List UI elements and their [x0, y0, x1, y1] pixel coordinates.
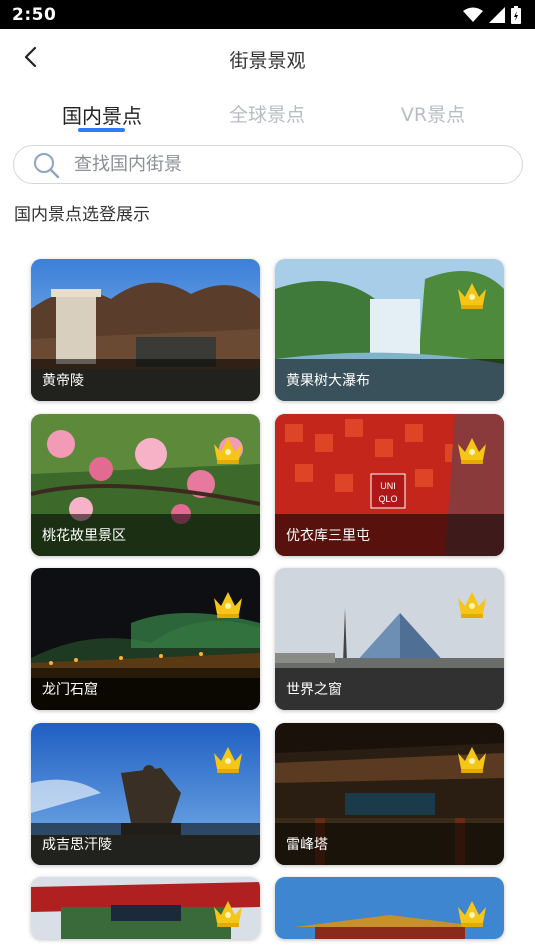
- signal-icon: [489, 6, 505, 23]
- vip-crown-icon: [458, 901, 486, 927]
- scenic-card-uniqlo[interactable]: UNI QLO 优衣库三里屯: [275, 414, 504, 556]
- search-input[interactable]: [74, 154, 474, 175]
- section-title: 国内景点选登展示: [14, 205, 150, 225]
- scenic-card-genghis[interactable]: 成吉思汗陵: [31, 723, 260, 865]
- tab-active-indicator: [78, 128, 125, 132]
- card-label: 优衣库三里屯: [275, 514, 504, 556]
- tab-vr[interactable]: VR景点: [363, 100, 503, 127]
- vip-crown-icon: [458, 747, 486, 773]
- vip-crown-icon: [458, 283, 486, 309]
- status-bar: 2:50: [0, 0, 535, 29]
- card-label: 黄果树大瀑布: [275, 359, 504, 401]
- card-label: 世界之窗: [275, 668, 504, 710]
- scenic-card-huangdiling[interactable]: 黄帝陵: [31, 259, 260, 401]
- vip-crown-icon: [214, 438, 242, 464]
- card-label: 桃花故里景区: [31, 514, 260, 556]
- vip-crown-icon: [458, 438, 486, 464]
- vip-crown-icon: [214, 901, 242, 927]
- scenic-card-window-of-world[interactable]: 世界之窗: [275, 568, 504, 710]
- page-title: 街景景观: [229, 50, 306, 72]
- status-icons: [463, 5, 521, 24]
- svg-text:QLO: QLO: [378, 494, 397, 504]
- scenic-card-huangguoshu[interactable]: 黄果树大瀑布: [275, 259, 504, 401]
- scenic-card-temple[interactable]: [31, 877, 260, 939]
- scenic-card-leifeng[interactable]: 雷峰塔: [275, 723, 504, 865]
- scenic-card-palace[interactable]: [275, 877, 504, 939]
- scenic-card-longmen[interactable]: 龙门石窟: [31, 568, 260, 710]
- wifi-icon: [463, 7, 483, 22]
- scenic-card-taohua[interactable]: 桃花故里景区: [31, 414, 260, 556]
- tab-global[interactable]: 全球景点: [197, 100, 337, 127]
- search-bar[interactable]: [13, 145, 523, 184]
- app-header: 街景景观: [0, 29, 535, 87]
- vip-crown-icon: [214, 747, 242, 773]
- status-time: 2:50: [12, 4, 57, 25]
- vip-crown-icon: [458, 592, 486, 618]
- vip-crown-icon: [214, 592, 242, 618]
- battery-icon: [511, 5, 521, 24]
- card-label: 雷峰塔: [275, 823, 504, 865]
- card-label: 黄帝陵: [31, 359, 260, 401]
- search-icon: [34, 152, 60, 178]
- card-label: 成吉思汗陵: [31, 823, 260, 865]
- card-label: 龙门石窟: [31, 668, 260, 710]
- svg-text:UNI: UNI: [380, 481, 396, 491]
- tab-domestic[interactable]: 国内景点: [32, 100, 172, 129]
